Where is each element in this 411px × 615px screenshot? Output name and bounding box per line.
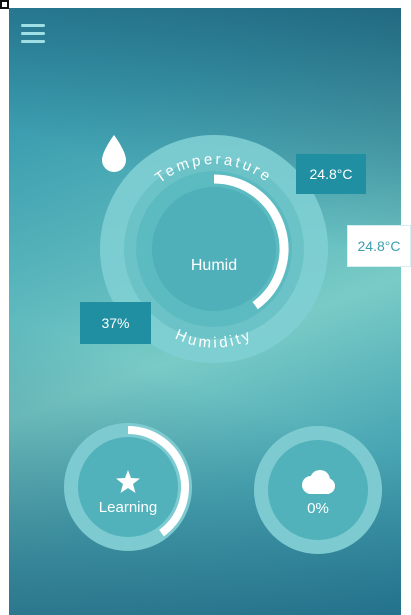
weather-button[interactable]: 0% (254, 426, 382, 554)
weather-label: 0% (307, 500, 329, 517)
learning-button[interactable]: Learning (64, 423, 192, 551)
temperature-secondary-callout: 24.8°C (347, 225, 411, 267)
corner-marker (0, 0, 9, 9)
app-screen: Temperature Humidity Humid 24.8°C 37% Le… (9, 8, 401, 615)
learning-label: Learning (98, 499, 158, 516)
star-icon (116, 470, 140, 493)
dial-center-label: Humid (190, 257, 238, 274)
humidity-callout: 37% (80, 302, 151, 344)
temperature-callout: 24.8°C (296, 154, 366, 194)
hamburger-menu-icon[interactable] (21, 24, 45, 44)
dial-core (152, 187, 276, 311)
cloud-icon (302, 470, 335, 494)
water-drop-icon (102, 135, 126, 172)
